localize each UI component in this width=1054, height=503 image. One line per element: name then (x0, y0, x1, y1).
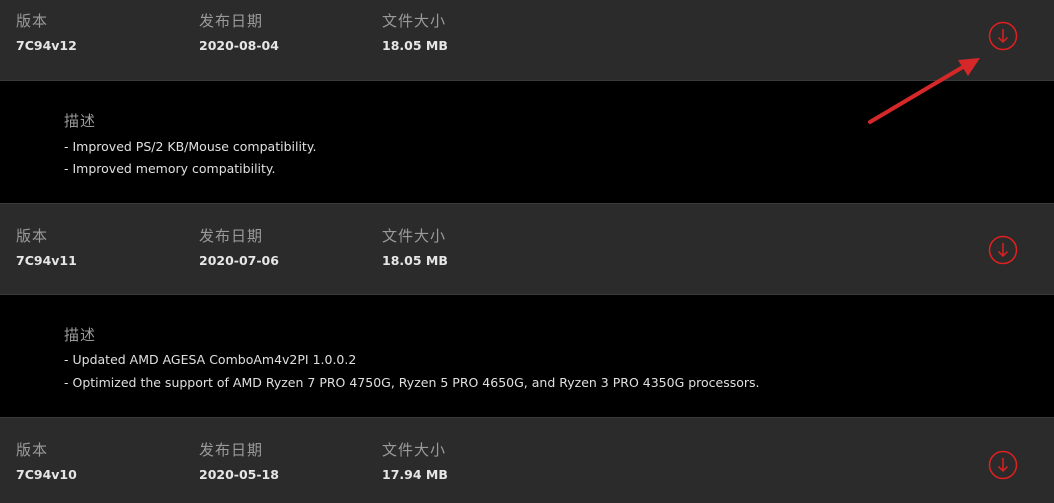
download-icon (988, 235, 1018, 265)
release-date-label: 发布日期 (199, 227, 264, 245)
file-size-value: 17.94 MB (382, 467, 448, 482)
download-button[interactable] (988, 21, 1018, 51)
file-size-label: 文件大小 (382, 227, 447, 245)
bios-download-list: 版本 发布日期 文件大小 7C94v12 2020-08-04 18.05 MB… (0, 0, 1054, 503)
release-date-value: 2020-08-04 (199, 38, 279, 53)
description-label: 描述 (64, 112, 97, 130)
bios-entry-header: 版本 发布日期 文件大小 7C94v11 2020-07-06 18.05 MB (0, 203, 1054, 295)
release-date-value: 2020-05-18 (199, 467, 279, 482)
version-value: 7C94v10 (16, 467, 77, 482)
version-value: 7C94v12 (16, 38, 77, 53)
download-button[interactable] (988, 450, 1018, 480)
description-line: - Optimized the support of AMD Ryzen 7 P… (64, 375, 760, 390)
release-date-label: 发布日期 (199, 441, 264, 459)
release-date-value: 2020-07-06 (199, 253, 279, 268)
version-label: 版本 (16, 12, 49, 30)
release-date-label: 发布日期 (199, 12, 264, 30)
bios-entry-header: 版本 发布日期 文件大小 7C94v10 2020-05-18 17.94 MB (0, 417, 1054, 503)
version-label: 版本 (16, 227, 49, 245)
file-size-value: 18.05 MB (382, 253, 448, 268)
file-size-label: 文件大小 (382, 441, 447, 459)
file-size-value: 18.05 MB (382, 38, 448, 53)
bios-entry-description: 描述 - Updated AMD AGESA ComboAm4v2PI 1.0.… (0, 295, 1054, 417)
description-line: - Improved memory compatibility. (64, 161, 276, 176)
description-label: 描述 (64, 326, 97, 344)
version-label: 版本 (16, 441, 49, 459)
file-size-label: 文件大小 (382, 12, 447, 30)
download-button[interactable] (988, 235, 1018, 265)
download-icon (988, 21, 1018, 51)
download-icon (988, 450, 1018, 480)
description-line: - Updated AMD AGESA ComboAm4v2PI 1.0.0.2 (64, 352, 357, 367)
version-value: 7C94v11 (16, 253, 77, 268)
description-line: - Improved PS/2 KB/Mouse compatibility. (64, 139, 317, 154)
red-arrow-annotation (868, 58, 980, 124)
